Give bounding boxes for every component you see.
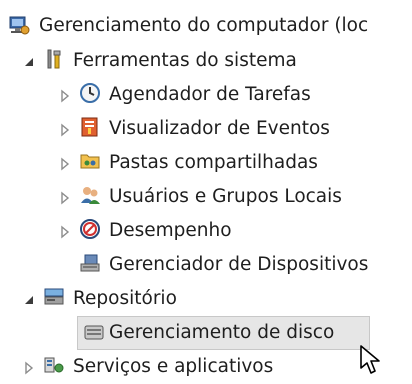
- tree-item-label: Gerenciador de Dispositivos: [109, 254, 369, 275]
- collapsed-arrow-icon[interactable]: [58, 189, 72, 205]
- tree-item-label: Visualizador de Eventos: [109, 118, 330, 139]
- computer-management-icon: [8, 14, 30, 36]
- tree-item-storage[interactable]: Repositório: [0, 282, 412, 316]
- tree-item-label: Agendador de Tarefas: [109, 84, 311, 105]
- tree-item-local-users[interactable]: Usuários e Grupos Locais: [0, 180, 412, 214]
- expanded-arrow-icon[interactable]: [22, 53, 36, 67]
- collapsed-arrow-icon[interactable]: [58, 87, 72, 103]
- tree-item-event-viewer[interactable]: Visualizador de Eventos: [0, 112, 412, 146]
- collapsed-arrow-icon[interactable]: [58, 121, 72, 137]
- tree-item-services-apps[interactable]: Serviços e aplicativos: [0, 350, 412, 384]
- tree-item-label: Gerenciamento do computador (loc: [39, 15, 369, 36]
- computer-management-tree: Gerenciamento do computador (loc Ferrame…: [0, 0, 412, 378]
- tree-item-computer-management[interactable]: Gerenciamento do computador (loc: [0, 10, 412, 44]
- collapsed-arrow-icon[interactable]: [58, 155, 72, 171]
- tree-item-label: Repositório: [73, 288, 177, 309]
- tree-item-label: Usuários e Grupos Locais: [109, 186, 342, 207]
- performance-icon: [79, 218, 101, 240]
- event-viewer-icon: [79, 116, 101, 138]
- storage-icon: [43, 286, 65, 308]
- tree-item-label: Ferramentas do sistema: [73, 50, 297, 71]
- tree-item-shared-folders[interactable]: Pastas compartilhadas: [0, 146, 412, 180]
- tree-item-label: Gerenciamento de disco: [109, 322, 335, 343]
- disk-icon: [83, 322, 105, 344]
- tree-item-device-manager[interactable]: Gerenciador de Dispositivos: [0, 248, 412, 282]
- tree-item-label: Serviços e aplicativos: [73, 356, 274, 377]
- collapsed-arrow-icon[interactable]: [58, 223, 72, 239]
- collapsed-arrow-icon[interactable]: [22, 359, 36, 375]
- tree-item-task-scheduler[interactable]: Agendador de Tarefas: [0, 78, 412, 112]
- clock-icon: [79, 82, 101, 104]
- tree-item-disk-management[interactable]: Gerenciamento de disco: [0, 316, 412, 350]
- users-icon: [79, 184, 101, 206]
- tree-item-system-tools[interactable]: Ferramentas do sistema: [0, 44, 412, 78]
- services-icon: [43, 354, 65, 376]
- mouse-cursor-icon: [359, 345, 389, 377]
- tools-icon: [43, 48, 65, 70]
- tree-item-performance[interactable]: Desempenho: [0, 214, 412, 248]
- tree-item-label: Desempenho: [109, 220, 232, 241]
- shared-folders-icon: [79, 150, 101, 172]
- expanded-arrow-icon[interactable]: [22, 291, 36, 305]
- tree-item-label: Pastas compartilhadas: [109, 152, 318, 173]
- device-manager-icon: [79, 252, 101, 274]
